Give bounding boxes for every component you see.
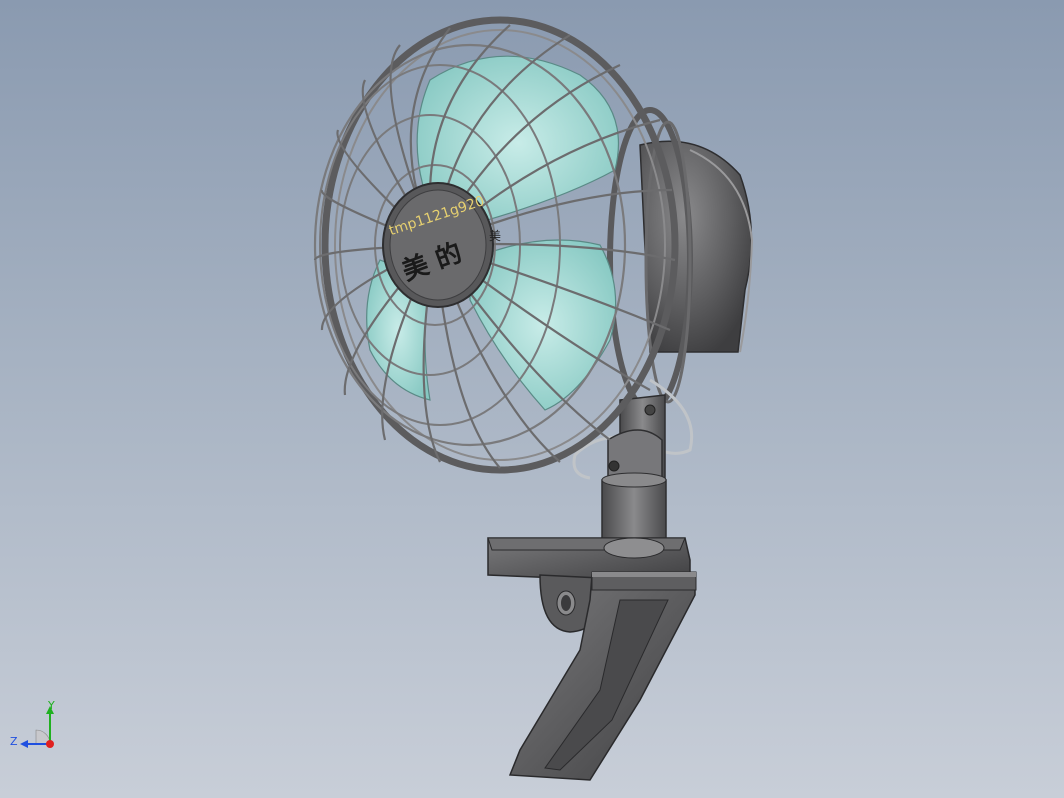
hub-side-text: 美: [489, 229, 501, 243]
clamp-handle: [508, 571, 697, 781]
y-axis-label: Y: [47, 699, 55, 712]
axis-triad: Y Z: [10, 699, 55, 748]
z-axis-arrow: [20, 740, 28, 748]
motor-housing: [639, 140, 754, 353]
z-axis-label: Z: [10, 735, 18, 748]
neck-pole: [601, 472, 667, 541]
graphics-viewport[interactable]: tmp1121g920 美 的 美 Y Z: [0, 0, 1064, 798]
x-axis-dot: [46, 740, 54, 748]
fan-3d-model[interactable]: tmp1121g920 美 的 美: [0, 0, 1064, 798]
